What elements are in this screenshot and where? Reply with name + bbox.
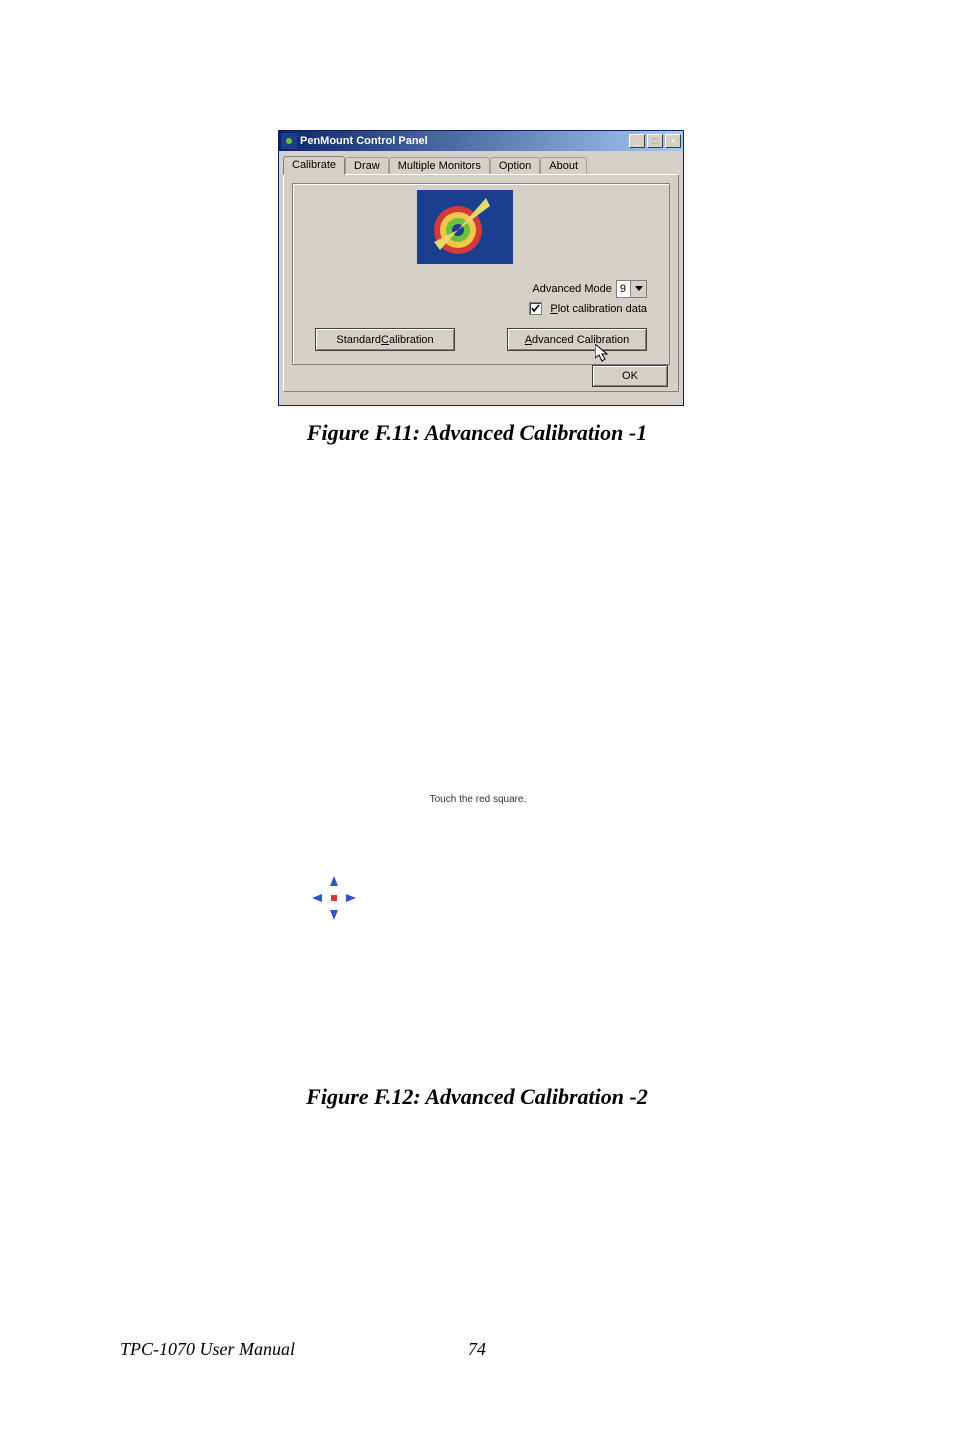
maximize-button: □ <box>647 134 663 148</box>
tab-panel: Advanced Mode 9 Plot calibration data <box>283 174 679 392</box>
minimize-button[interactable]: _ <box>629 134 645 148</box>
advanced-calibration-button[interactable]: Advanced Calibration <box>507 328 647 351</box>
advanced-mode-row: Advanced Mode 9 <box>532 280 647 298</box>
window-title: PenMount Control Panel <box>300 135 627 147</box>
penmount-logo <box>417 190 513 264</box>
app-icon <box>281 133 297 149</box>
plot-calibration-checkbox[interactable] <box>529 302 542 315</box>
figure-caption-2: Figure F.12: Advanced Calibration -2 <box>0 1084 954 1110</box>
standard-calibration-button[interactable]: Standard Calibration <box>315 328 455 351</box>
penmount-dialog: PenMount Control Panel _ □ × Calibrate D… <box>278 130 684 406</box>
advanced-mode-label: Advanced Mode <box>532 283 612 295</box>
plot-calibration-row: Plot calibration data <box>529 302 647 315</box>
calibration-crosshair-icon <box>312 876 356 920</box>
plot-calibration-label: Plot calibration data <box>550 303 647 315</box>
touch-instruction: Touch the red square. <box>282 794 674 805</box>
close-button[interactable]: × <box>665 134 681 148</box>
dropdown-icon[interactable] <box>630 281 646 297</box>
calibration-touch-screen: Touch the red square. <box>282 550 674 1050</box>
tabstrip: Calibrate Draw Multiple Monitors Option … <box>279 151 683 174</box>
tab-calibrate[interactable]: Calibrate <box>283 156 345 175</box>
footer-page-number: 74 <box>0 1339 954 1360</box>
ok-button[interactable]: OK <box>592 365 668 387</box>
advanced-mode-select[interactable]: 9 <box>616 280 647 298</box>
cursor-icon <box>595 344 609 362</box>
titlebar[interactable]: PenMount Control Panel _ □ × <box>279 131 683 151</box>
advanced-mode-value: 9 <box>617 283 630 295</box>
figure-caption-1: Figure F.11: Advanced Calibration -1 <box>0 420 954 446</box>
calibrate-group: Advanced Mode 9 Plot calibration data <box>292 183 670 365</box>
